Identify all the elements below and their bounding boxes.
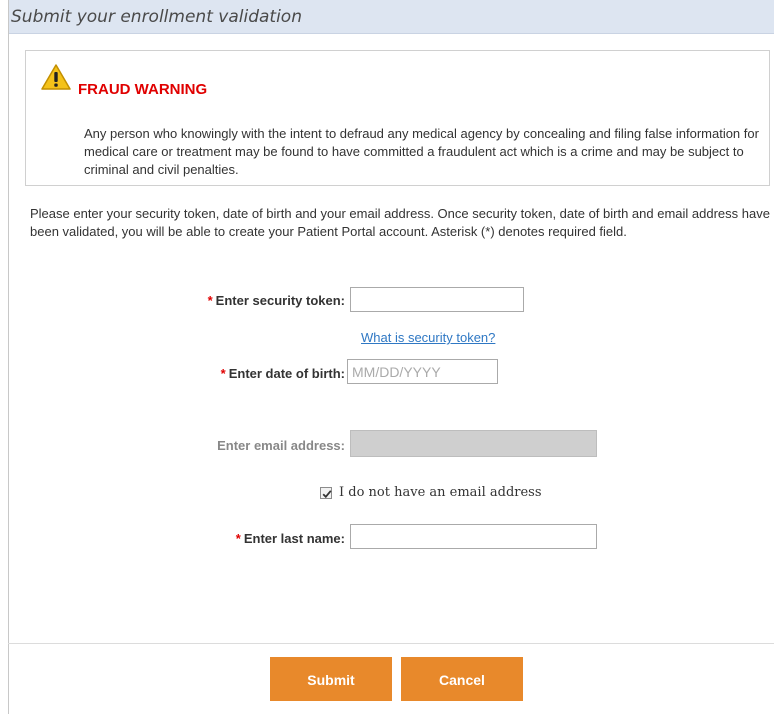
last-name-input[interactable] (350, 524, 597, 549)
enrollment-panel: Submit your enrollment validation FRAUD … (8, 0, 774, 714)
no-email-checkbox-label[interactable]: I do not have an email address (339, 485, 542, 500)
cancel-button[interactable]: Cancel (401, 657, 523, 701)
last-name-label: * Enter last name: (160, 531, 345, 546)
required-marker: * (235, 531, 241, 546)
fraud-warning-box: FRAUD WARNING Any person who knowingly w… (25, 50, 770, 186)
what-is-security-token-link[interactable]: What is security token? (361, 330, 495, 345)
instructions-text: Please enter your security token, date o… (30, 206, 770, 239)
security-token-input[interactable] (350, 287, 524, 312)
security-token-label-text: Enter security token: (215, 293, 345, 308)
dob-input[interactable] (347, 359, 498, 384)
footer-divider (8, 643, 774, 644)
dob-label-text: Enter date of birth: (228, 366, 345, 381)
email-input[interactable] (350, 430, 597, 457)
required-marker: * (220, 366, 226, 381)
last-name-label-text: Enter last name: (243, 531, 345, 546)
fraud-warning-text: Any person who knowingly with the intent… (84, 126, 759, 177)
dob-label: * Enter date of birth: (160, 366, 345, 381)
panel-title: Submit your enrollment validation (11, 7, 302, 27)
email-label: Enter email address: (217, 438, 345, 453)
no-email-checkbox[interactable] (320, 487, 332, 499)
security-token-label: * Enter security token: (160, 293, 345, 308)
checkmark-icon (322, 490, 332, 499)
panel-header: Submit your enrollment validation (9, 0, 774, 34)
warning-icon (41, 64, 71, 90)
required-marker: * (207, 293, 213, 308)
submit-button[interactable]: Submit (270, 657, 392, 701)
fraud-warning-title: FRAUD WARNING (78, 81, 208, 98)
